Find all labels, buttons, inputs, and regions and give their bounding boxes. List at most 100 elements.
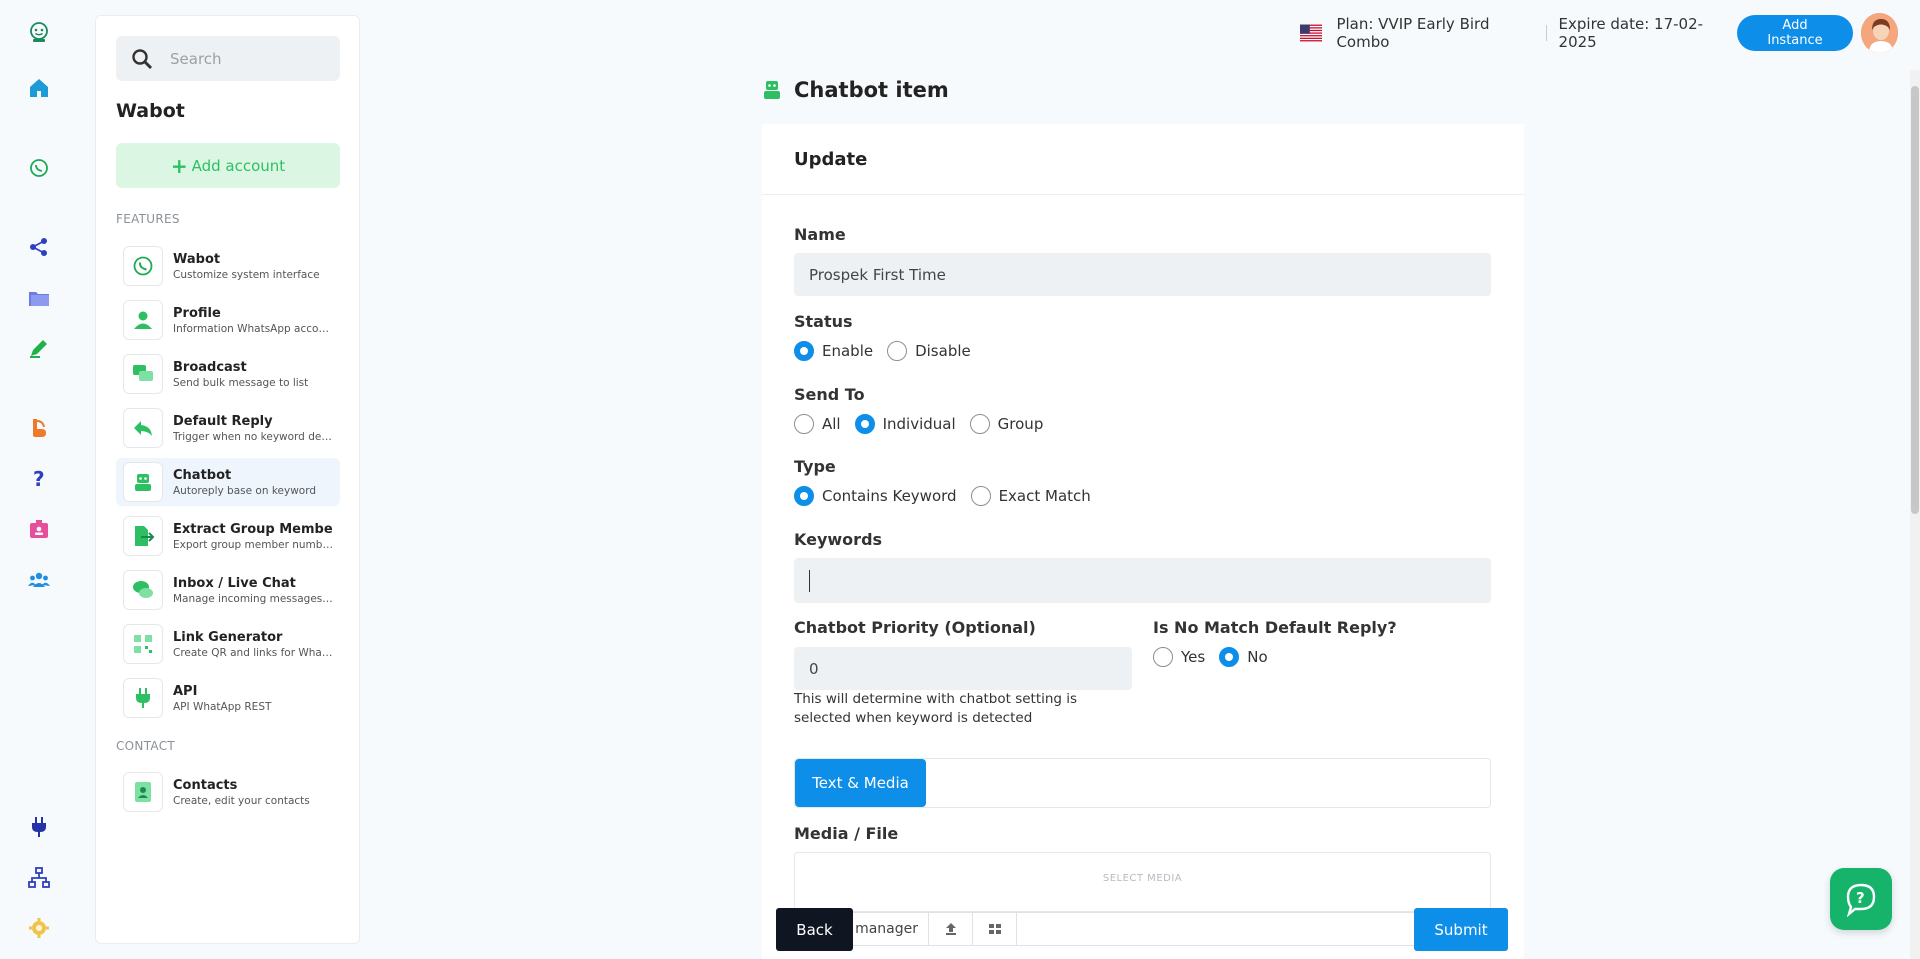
svg-text:?: ?: [33, 467, 45, 490]
search-icon: [132, 48, 153, 69]
avatar[interactable]: [1860, 13, 1898, 53]
robot-icon: [764, 81, 780, 99]
upload-button[interactable]: [929, 913, 973, 945]
nav-item-title: Contacts: [173, 777, 238, 793]
support-chat-button[interactable]: ?: [1830, 868, 1892, 930]
status-enable-radio[interactable]: Enable: [794, 341, 873, 361]
no-match-yes-radio[interactable]: Yes: [1153, 647, 1205, 667]
nav-item-title: Inbox / Live Chat: [173, 575, 296, 591]
status-disable-radio[interactable]: Disable: [887, 341, 971, 361]
plan-text: Plan: VVIP Early Bird Combo: [1336, 15, 1490, 51]
scrollbar-thumb[interactable]: [1911, 86, 1919, 514]
nav-item-title: Wabot: [173, 251, 221, 267]
gear-icon[interactable]: [22, 911, 56, 945]
blogger-icon[interactable]: [22, 411, 56, 445]
form-card: Update Name Status Enable Disable Send T…: [762, 124, 1524, 959]
search-box: [116, 36, 340, 81]
nav-item-title: Profile: [173, 305, 221, 321]
id-card-icon[interactable]: [22, 512, 56, 546]
add-account-label: Add account: [191, 156, 286, 175]
file-export-icon: [123, 516, 163, 556]
help-icon[interactable]: ?: [22, 461, 56, 495]
type-label: Type: [794, 457, 836, 476]
comments-icon: [123, 570, 163, 610]
question-chat-icon: ?: [1846, 883, 1876, 917]
add-instance-button[interactable]: Add Instance: [1737, 15, 1853, 51]
send-to-all-radio[interactable]: All: [794, 414, 841, 434]
media-file-label: Media / File: [794, 824, 899, 843]
nav-item-extract-group-member[interactable]: Extract Group Member Export group member …: [116, 512, 340, 560]
contact-book-icon: [123, 772, 163, 812]
file-manager-group: manager: [846, 912, 1493, 946]
nav-item-desc: Trigger when no keyword detected: [173, 430, 333, 443]
nav-item-desc: Create QR and links for WhatsApp: [173, 646, 333, 659]
status-label: Status: [794, 312, 853, 331]
plug-icon: [123, 678, 163, 718]
nav-item-inbox-live-chat[interactable]: Inbox / Live Chat Manage incoming message…: [116, 566, 340, 614]
nav-item-chatbot[interactable]: Chatbot Autoreply base on keyword: [116, 458, 340, 506]
nav-item-desc: Create, edit your contacts: [173, 794, 310, 807]
nav-item-title: Broadcast: [173, 359, 247, 375]
file-manager-button[interactable]: manager: [847, 913, 929, 945]
select-media-area[interactable]: SELECT MEDIA: [794, 852, 1491, 912]
back-button[interactable]: Back: [776, 908, 853, 951]
add-account-button[interactable]: + Add account: [116, 143, 340, 188]
nav-item-contacts[interactable]: Contacts Create, edit your contacts: [116, 768, 340, 816]
user-icon: [123, 300, 163, 340]
whatsapp-icon[interactable]: [22, 151, 56, 185]
nav-item-title: API: [173, 683, 198, 699]
nav-item-link-generator[interactable]: Link Generator Create QR and links for Wh…: [116, 620, 340, 668]
plug-icon[interactable]: [22, 810, 56, 844]
nav-item-desc: Information WhatsApp account: [173, 322, 333, 335]
nav-item-desc: Customize system interface: [173, 268, 320, 281]
tab-text-media[interactable]: Text & Media: [795, 759, 926, 807]
send-to-radio-group: All Individual Group: [794, 414, 1057, 434]
nav-item-profile[interactable]: Profile Information WhatsApp account: [116, 296, 340, 344]
sitemap-icon[interactable]: [22, 861, 56, 895]
keywords-input[interactable]: [794, 558, 1491, 603]
nav-item-desc: API WhatApp REST: [173, 700, 272, 713]
no-match-no-radio[interactable]: No: [1219, 647, 1268, 667]
chatbot-priority-input[interactable]: [794, 647, 1132, 690]
type-contains-keyword-radio[interactable]: Contains Keyword: [794, 486, 957, 506]
home-icon[interactable]: [22, 71, 56, 105]
folder-icon[interactable]: [22, 281, 56, 315]
nav-item-title: Default Reply: [173, 413, 273, 429]
top-bar: Plan: VVIP Early Bird Combo Expire date:…: [1299, 12, 1920, 54]
contact-section-label: CONTACT: [116, 739, 176, 753]
nav-item-wabot[interactable]: Wabot Customize system interface: [116, 242, 340, 290]
card-title: Update: [762, 124, 1524, 195]
plus-icon: +: [170, 153, 188, 178]
type-radio-group: Contains Keyword Exact Match: [794, 486, 1105, 506]
sidebar-title: Wabot: [116, 100, 185, 122]
divider: [1545, 25, 1547, 41]
nav-item-title: Chatbot: [173, 467, 232, 483]
type-exact-match-radio[interactable]: Exact Match: [970, 486, 1091, 506]
no-match-radio-group: Yes No: [1153, 647, 1282, 667]
share-icon[interactable]: [22, 230, 56, 264]
users-icon[interactable]: [22, 563, 56, 597]
name-input[interactable]: [794, 253, 1491, 296]
bot-logo-icon[interactable]: [22, 15, 56, 49]
submit-button[interactable]: Submit: [1414, 908, 1508, 951]
pen-icon[interactable]: [22, 331, 56, 365]
features-section-label: FEATURES: [116, 212, 180, 226]
page-title-text: Chatbot item: [794, 78, 949, 102]
nav-item-title: Extract Group Member: [173, 521, 333, 537]
nav-item-default-reply[interactable]: Default Reply Trigger when no keyword det…: [116, 404, 340, 452]
nav-item-api[interactable]: API API WhatApp REST: [116, 674, 340, 722]
nav-item-broadcast[interactable]: Broadcast Send bulk message to list: [116, 350, 340, 398]
search-input[interactable]: [170, 49, 320, 68]
send-to-group-radio[interactable]: Group: [969, 414, 1043, 434]
reply-icon: [123, 408, 163, 448]
text-cursor: [809, 569, 810, 592]
select-media-text: SELECT MEDIA: [1102, 873, 1183, 884]
no-match-default-reply-label: Is No Match Default Reply?: [1153, 618, 1397, 637]
nav-item-desc: Send bulk message to list: [173, 376, 309, 389]
us-flag-icon[interactable]: [1299, 24, 1323, 42]
upload-icon: [945, 923, 956, 935]
left-rail: ?: [0, 0, 78, 959]
grid-view-button[interactable]: [973, 913, 1017, 945]
keywords-label: Keywords: [794, 530, 883, 549]
send-to-individual-radio[interactable]: Individual: [854, 414, 956, 434]
